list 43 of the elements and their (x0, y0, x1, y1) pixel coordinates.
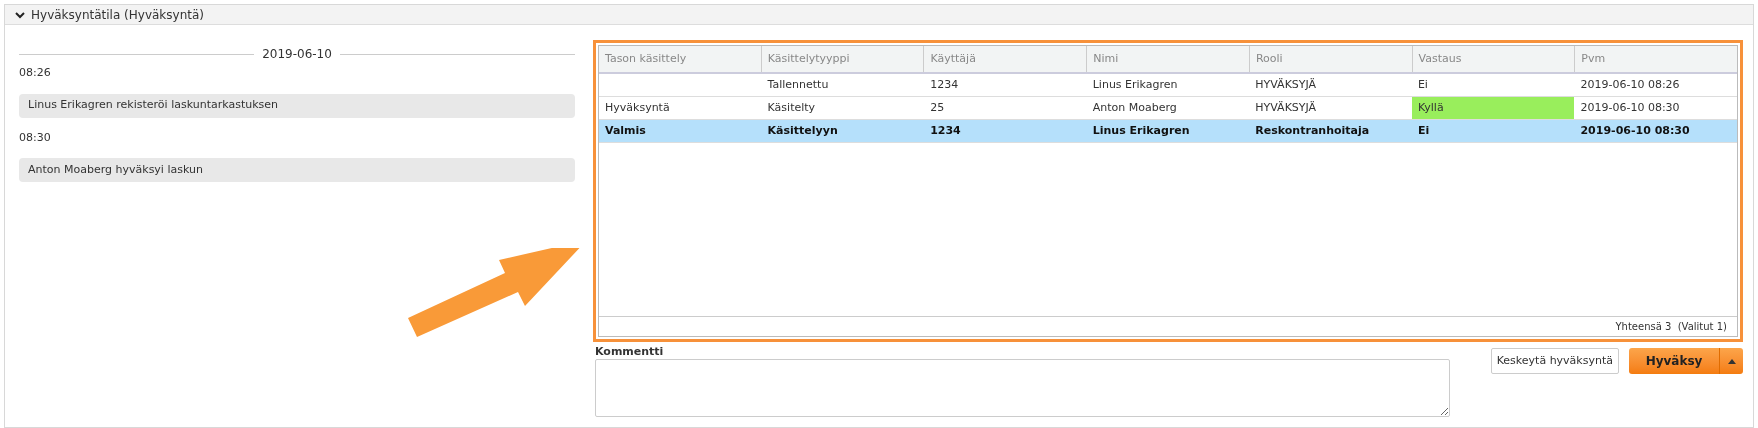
column-header[interactable]: Nimi (1086, 46, 1249, 72)
table-cell-text: 1234 (929, 76, 960, 93)
table-cell-text: Linus Erikagren (1091, 76, 1179, 93)
status-cell: Kyllä (1411, 97, 1575, 119)
table-cell-text: Käsitelty (766, 99, 817, 116)
column-header[interactable]: Vastaus (1411, 46, 1575, 72)
table-cell-text: Ei (1416, 76, 1429, 93)
table-cell-text: 2019-06-10 08:26 (1579, 76, 1681, 93)
column-header[interactable]: Käyttäjä (923, 46, 1087, 72)
table-cell-text: 25 (929, 99, 946, 116)
table-cell-text: Käsittelyyn (766, 122, 839, 139)
caret-icon (1727, 358, 1736, 364)
table-cell-text: Reskontranhoitaja (1254, 122, 1371, 139)
column-header[interactable]: Tason käsittely (599, 46, 761, 72)
event-message: Linus Erikagren rekisteröi laskuntarkastuksen (19, 93, 575, 118)
event-message: Anton Moaberg hyväksyi laskun (19, 158, 575, 182)
table-cell-text: HYVÄKSYJÄ (1254, 76, 1318, 93)
table-cell-text: Tallennettu (766, 76, 830, 93)
table-cell-text: 1234 (929, 122, 962, 139)
table-cell-text: Linus Erikagren (1091, 122, 1191, 139)
event-time: 08:26 (19, 65, 51, 81)
comment-field[interactable] (595, 359, 1450, 417)
table-footer: Yhteensä 3 (Valitut 1) (1615, 319, 1727, 334)
table-cell-text: 2019-06-10 08:30 (1579, 99, 1681, 116)
table-cell-text: Anton Moaberg (1091, 99, 1178, 116)
table-cell-text: 2019-06-10 08:30 (1579, 122, 1691, 139)
table-cell-text: Ei (1416, 122, 1431, 139)
event-time: 08:30 (19, 129, 51, 146)
column-header[interactable]: Rooli (1248, 46, 1412, 72)
panel-header[interactable]: Hyväksyntätila (Hyväksyntä) (5, 5, 1753, 25)
column-header[interactable]: Pvm (1574, 46, 1738, 72)
column-header[interactable]: Käsittelytyyppi (760, 46, 924, 72)
table-cell-text: Hyväksyntä (604, 99, 671, 116)
approve-button[interactable]: Hyväksy (1629, 348, 1719, 374)
table-cell-text: HYVÄKSYJÄ (1254, 99, 1318, 116)
table-row[interactable]: Valmis Käsittelyyn 1234 Linus Erikagren Reskontranhoitaja Ei 2019-06-10 08:30 (599, 120, 1737, 143)
dropdown-button[interactable] (1719, 348, 1743, 374)
cancel-button[interactable]: Keskeytä hyväksyntä (1490, 348, 1619, 374)
table-cell-text: Valmis (604, 122, 647, 139)
panel-title: Hyväksyntätila (Hyväksyntä) (31, 6, 204, 24)
table-row[interactable]: Hyväksyntä Käsitelty 25 Anton Moaberg HYVÄKSYJÄ Kyllä 2019-06-10 08:30 (599, 97, 1737, 120)
comment-label: Kommentti (595, 346, 664, 358)
timeline-date: 2019-06-10 (262, 46, 332, 63)
